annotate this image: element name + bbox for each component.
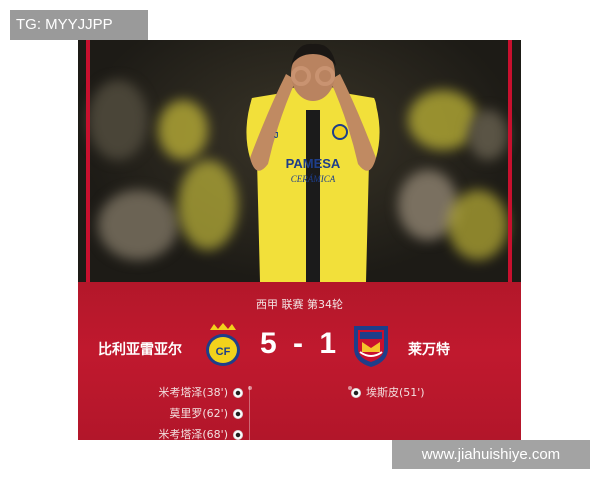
- scorer-row: 米考塔泽(68'): [78, 424, 248, 440]
- site-watermark: www.jiahuishiye.com: [392, 440, 590, 469]
- svg-text:CF: CF: [216, 346, 231, 358]
- away-scorers-list: 埃斯皮(51'): [346, 382, 506, 403]
- telegram-label: TG: MYYJJPP: [10, 10, 148, 40]
- svg-text:J: J: [274, 131, 278, 140]
- soccer-ball-icon: [233, 408, 243, 419]
- final-score: 5 - 1: [259, 327, 341, 360]
- villarreal-crest-icon: CF: [206, 323, 240, 366]
- jersey-sponsor: PAMESA: [286, 156, 341, 171]
- timeline-dot: [248, 386, 252, 390]
- home-team-name: 比利亚雷亚尔: [98, 342, 182, 358]
- player-figure: PAMESA CERÁMICA J: [246, 43, 380, 282]
- scorer-row: 莫里罗(62'): [78, 403, 248, 424]
- crowd-blur: [158, 100, 208, 160]
- scorer-name: 米考塔泽(68'): [158, 428, 228, 440]
- crowd-blur: [88, 80, 148, 160]
- soccer-ball-icon: [351, 387, 361, 398]
- soccer-ball-icon: [233, 429, 243, 440]
- levante-crest-icon: [354, 326, 388, 367]
- red-frame-left: [86, 40, 90, 282]
- away-team-name: 莱万特: [408, 342, 450, 358]
- player-photo: PAMESA CERÁMICA J: [78, 40, 521, 282]
- crowd-blur: [448, 190, 508, 260]
- soccer-ball-icon: [233, 387, 243, 398]
- jersey-sponsor-sub: CERÁMICA: [291, 174, 336, 184]
- home-scorers-list: 米考塔泽(38') 莫里罗(62') 米考塔泽(68'): [78, 382, 248, 440]
- crowd-blur: [98, 190, 178, 260]
- scorer-row: 埃斯皮(51'): [346, 382, 506, 403]
- crowd-blur: [408, 90, 478, 150]
- scorer-name: 莫里罗(62'): [169, 407, 228, 420]
- match-card: PAMESA CERÁMICA J 西甲 联赛 第34轮 比利亚雷亚尔 CF 5…: [78, 40, 521, 440]
- timeline-divider: [249, 386, 250, 440]
- scorer-row: 米考塔泽(38'): [78, 382, 248, 403]
- scorer-name: 埃斯皮(51'): [366, 386, 425, 399]
- score-panel: 西甲 联赛 第34轮 比利亚雷亚尔 CF 5 - 1 莱万特 米考塔泽(38'): [78, 282, 521, 440]
- competition-label: 西甲 联赛 第34轮: [256, 298, 343, 311]
- scorer-name: 米考塔泽(38'): [158, 386, 228, 399]
- crowd-blur: [468, 110, 508, 160]
- red-frame-right: [508, 40, 512, 282]
- crowd-blur: [178, 160, 238, 250]
